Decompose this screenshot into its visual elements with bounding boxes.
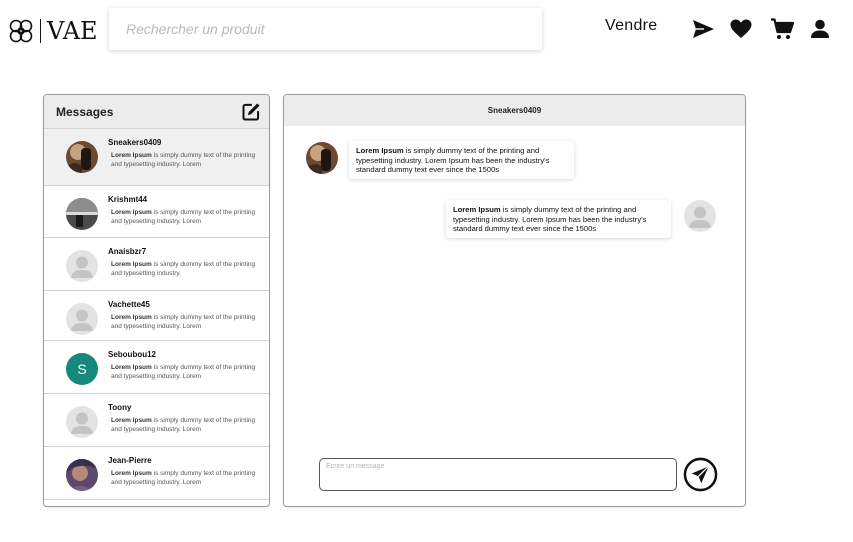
conversation-preview: Lorem Ipsum is simply dummy text of the … xyxy=(108,209,261,226)
chat-header: Sneakers0409 xyxy=(284,95,745,126)
page: VAE Vendre Messages xyxy=(0,0,853,542)
conversation-name: Jean-Pierre xyxy=(108,456,152,465)
messages-title: Messages xyxy=(56,104,114,119)
logo[interactable]: VAE xyxy=(8,16,98,46)
conversation-item-sneakers0409[interactable]: Sneakers0409 Lorem Ipsum is simply dummy… xyxy=(44,129,269,186)
conversation-name: Toony xyxy=(108,403,132,412)
preview-bold: Lorem Ipsum xyxy=(111,364,152,371)
letter-avatar: S xyxy=(66,353,98,385)
heart-icon[interactable] xyxy=(729,17,753,41)
conversation-name: Sneakers0409 xyxy=(108,138,162,147)
search-bar xyxy=(109,8,542,50)
conversation-preview: Lorem Ipsum is simply dummy text of the … xyxy=(108,314,261,331)
conversation-item-jean-pierre[interactable]: Jean-Pierre Lorem Ipsum is simply dummy … xyxy=(44,447,269,500)
user-icon[interactable] xyxy=(808,17,832,41)
message-row-outgoing: Lorem Ipsum is simply dummy text of the … xyxy=(446,200,716,239)
preview-bold: Lorem Ipsum xyxy=(111,417,152,424)
avatar-letter: S xyxy=(77,361,87,377)
preview-bold: Lorem Ipsum xyxy=(111,470,152,477)
conversation-preview: Lorem Ipsum is simply dummy text of the … xyxy=(108,261,261,278)
default-avatar-icon xyxy=(684,200,716,232)
send-icon[interactable] xyxy=(691,17,715,41)
conversation-name: Anaisbzr7 xyxy=(108,247,147,256)
message-row-incoming: Lorem Ipsum is simply dummy text of the … xyxy=(306,141,574,180)
search-input[interactable] xyxy=(126,21,542,37)
avatar xyxy=(66,198,98,230)
message-bold: Lorem Ipsum xyxy=(356,146,404,155)
message-bold: Lorem Ipsum xyxy=(453,205,501,214)
conversation-item-seboubou12[interactable]: S Seboubou12 Lorem Ipsum is simply dummy… xyxy=(44,341,269,394)
conversation-name: Seboubou12 xyxy=(108,350,157,359)
conversation-preview: Lorem Ipsum is simply dummy text of the … xyxy=(108,364,261,381)
chat-title: Sneakers0409 xyxy=(487,106,542,115)
message-bubble: Lorem Ipsum is simply dummy text of the … xyxy=(349,141,574,180)
message-bubble: Lorem Ipsum is simply dummy text of the … xyxy=(446,200,671,239)
preview-bold: Lorem Ipsum xyxy=(111,314,152,321)
conversation-preview: Lorem Ipsum is simply dummy text of the … xyxy=(108,152,261,169)
avatar xyxy=(66,459,98,491)
conversation-name: Vachette45 xyxy=(108,300,150,309)
send-circle-icon[interactable] xyxy=(683,457,718,492)
avatar xyxy=(66,141,98,173)
message-input[interactable] xyxy=(326,463,670,486)
chat-panel: Sneakers0409 Lorem Ipsum is simply dummy… xyxy=(283,94,746,507)
conversation-preview: Lorem Ipsum is simply dummy text of the … xyxy=(108,417,261,434)
default-avatar-icon xyxy=(66,303,98,335)
conversation-name: Krishmt44 xyxy=(108,195,148,204)
preview-bold: Lorem Ipsum xyxy=(111,209,152,216)
conversation-list: Sneakers0409 Lorem Ipsum is simply dummy… xyxy=(44,129,269,500)
knot-logo-icon xyxy=(9,19,33,43)
conversation-item-krishmt44[interactable]: Krishmt44 Lorem Ipsum is simply dummy te… xyxy=(44,186,269,238)
logo-divider xyxy=(40,19,41,43)
default-avatar-icon xyxy=(66,250,98,282)
logo-text: VAE xyxy=(47,17,98,45)
messages-header: Messages xyxy=(44,95,269,129)
messages-panel: Messages Sneakers0409 Lorem Ipsum is sim… xyxy=(43,94,270,507)
message-input-box xyxy=(319,458,677,491)
conversation-preview: Lorem Ipsum is simply dummy text of the … xyxy=(108,470,261,487)
conversation-item-vachette45[interactable]: Vachette45 Lorem Ipsum is simply dummy t… xyxy=(44,291,269,341)
edit-icon[interactable] xyxy=(241,102,261,122)
conversation-item-anaisbzr7[interactable]: Anaisbzr7 Lorem Ipsum is simply dummy te… xyxy=(44,238,269,291)
preview-bold: Lorem Ipsum xyxy=(111,261,152,268)
cart-icon[interactable] xyxy=(770,17,794,41)
sell-link[interactable]: Vendre xyxy=(605,17,658,35)
preview-bold: Lorem Ipsum xyxy=(111,152,152,159)
default-avatar-icon xyxy=(66,406,98,438)
conversation-item-toony[interactable]: Toony Lorem Ipsum is simply dummy text o… xyxy=(44,394,269,447)
sender-avatar xyxy=(306,142,338,174)
